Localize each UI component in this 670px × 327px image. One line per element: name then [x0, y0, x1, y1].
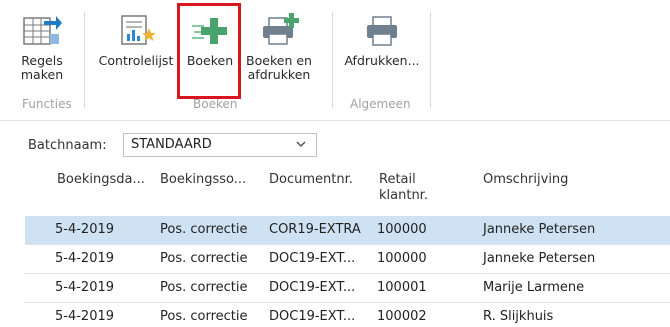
cell-date: 5-4-2019 [55, 251, 115, 266]
table-row[interactable]: 5-4-2019 Pos. correctie DOC19-EXT... 100… [25, 245, 670, 274]
ribbon-separator [430, 12, 431, 108]
cell-posting-type: Pos. correctie [160, 280, 248, 295]
group-label-functies: Functies [22, 97, 72, 111]
ribbon-separator [84, 12, 85, 108]
boeken-en-afdrukken-button[interactable]: Boeken en afdrukken [240, 12, 318, 92]
column-header-boekingssoort[interactable]: Boekingsso... [160, 172, 246, 188]
column-header-label: Documentnr. [269, 172, 353, 187]
cell-customer-no: 100002 [377, 309, 427, 324]
cell-document-no: DOC19-EXT... [269, 309, 356, 324]
cell-document-no: DOC19-EXT... [269, 251, 356, 266]
boeken-highlight-box [177, 3, 241, 99]
checklist-report-icon [118, 12, 158, 51]
ribbon: Regels maken Controlelijst Boeken Boeken… [0, 0, 670, 121]
cell-description: R. Slijkhuis [483, 309, 554, 324]
column-header-omschrijving[interactable]: Omschrijving [483, 172, 568, 188]
column-header-retail-klantnr[interactable]: Retail klantnr. [379, 172, 428, 204]
table-arrow-icon [22, 12, 62, 51]
group-label-boeken: Boeken [193, 97, 238, 111]
column-header-label: Boekingsso... [160, 172, 247, 187]
regels-maken-label-line1: Regels [21, 53, 63, 68]
chevron-down-icon [296, 138, 306, 153]
cell-posting-type: Pos. correctie [160, 251, 248, 266]
afdrukken-button[interactable]: Afdrukken... [340, 12, 424, 92]
cell-date: 5-4-2019 [55, 309, 115, 324]
cell-customer-no: 100000 [377, 251, 427, 266]
boeken-en-afdrukken-label-line2: afdrukken [247, 67, 311, 82]
regels-maken-label-line2: maken [20, 67, 64, 82]
column-header-documentnr[interactable]: Documentnr. [269, 172, 353, 188]
cell-customer-no: 100000 [377, 222, 427, 237]
boeken-en-afdrukken-label-line1: Boeken en [246, 53, 312, 68]
cell-document-no: DOC19-EXT... [269, 280, 356, 295]
batch-name-value: STANDAARD [131, 137, 212, 152]
cell-description: Janneke Petersen [483, 222, 596, 237]
controlelijst-label: Controlelijst [98, 53, 174, 68]
cell-description: Janneke Petersen [483, 251, 596, 266]
ribbon-separator [332, 12, 333, 108]
cell-date: 5-4-2019 [55, 280, 115, 295]
column-header-label-line2: klantnr. [379, 188, 428, 203]
cell-customer-no: 100001 [377, 280, 427, 295]
batch-name-select[interactable]: STANDAARD [123, 133, 317, 157]
table-row[interactable]: 5-4-2019 Pos. correctie DOC19-EXT... 100… [25, 274, 670, 303]
journal-page: Regels maken Controlelijst Boeken Boeken… [0, 0, 670, 327]
column-header-boekingsdatum[interactable]: Boekingsda... [57, 172, 145, 188]
cell-description: Marije Larmene [483, 280, 585, 295]
column-header-label: Boekingsda... [57, 172, 145, 187]
controlelijst-button[interactable]: Controlelijst [96, 12, 176, 92]
table-row[interactable]: 5-4-2019 Pos. correctie COR19-EXTRA 1000… [25, 216, 670, 245]
cell-document-no: COR19-EXTRA [269, 222, 361, 237]
table-header: Boekingsda... Boekingsso... Documentnr. … [25, 168, 670, 216]
group-label-algemeen: Algemeen [350, 97, 411, 111]
afdrukken-label: Afdrukken... [344, 53, 420, 68]
cell-date: 5-4-2019 [55, 222, 115, 237]
batch-name-label: Batchnaam: [28, 138, 107, 153]
cell-posting-type: Pos. correctie [160, 309, 248, 324]
regels-maken-button[interactable]: Regels maken [20, 12, 64, 92]
cell-posting-type: Pos. correctie [160, 222, 248, 237]
column-header-label-line1: Retail [379, 172, 416, 187]
column-header-label: Omschrijving [483, 172, 569, 187]
post-print-icon [260, 12, 300, 51]
printer-icon [364, 14, 400, 51]
table-row[interactable]: 5-4-2019 Pos. correctie DOC19-EXT... 100… [25, 303, 670, 327]
